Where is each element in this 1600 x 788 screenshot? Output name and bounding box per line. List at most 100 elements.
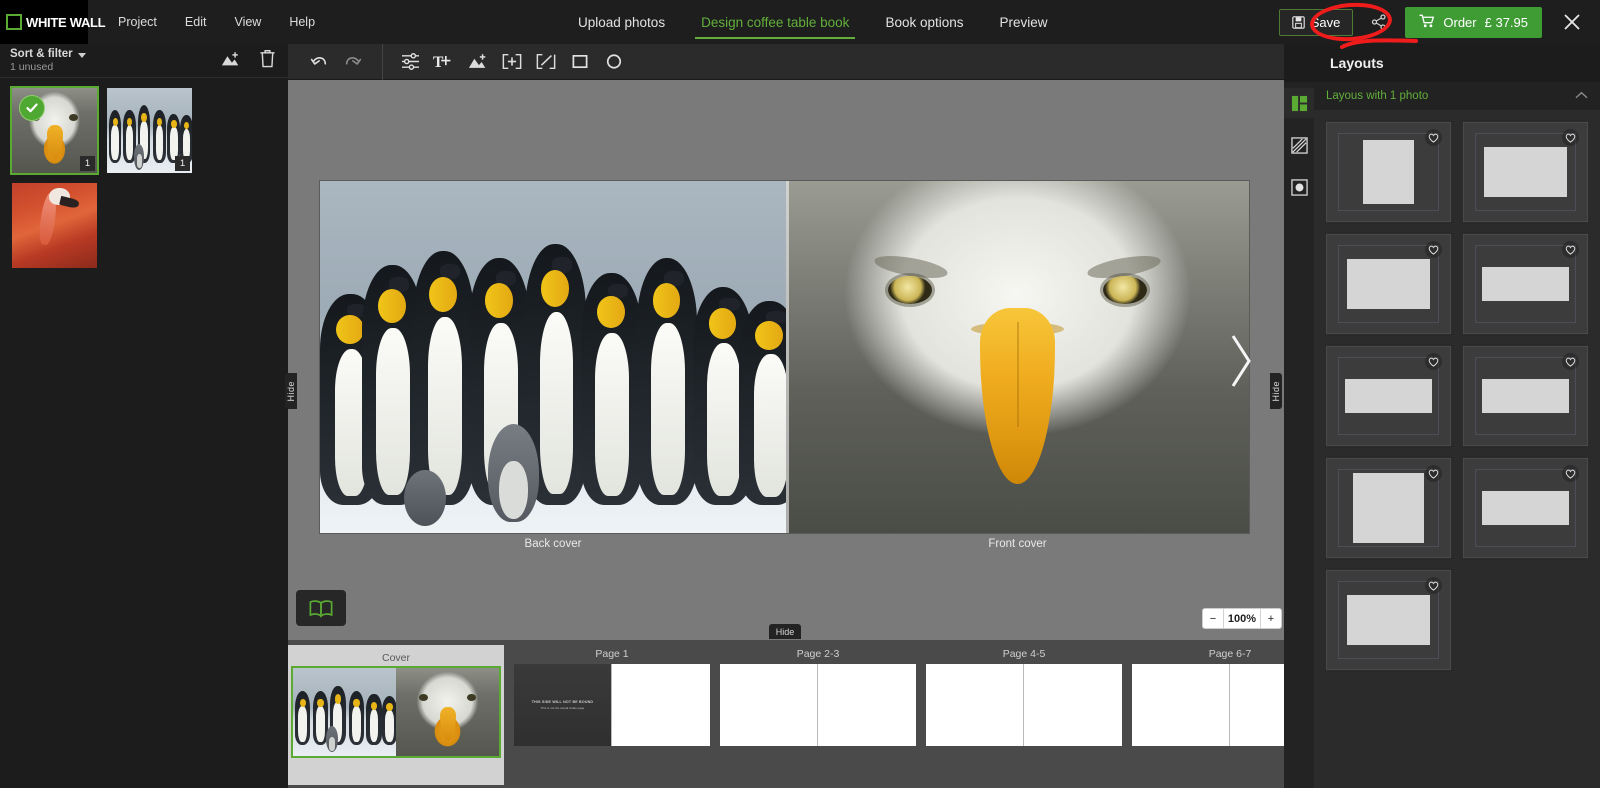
no-bind-line-2: This is not the actual inside page: [540, 706, 585, 710]
no-bind-line-1: THIS SIDE WILL NOT BE BOUND: [531, 700, 594, 704]
undo-button[interactable]: [302, 44, 336, 80]
layout-photo-slot: [1483, 146, 1567, 198]
header-actions: Save Order £ 37.95: [1278, 0, 1600, 44]
book-spread[interactable]: [320, 181, 1249, 533]
zoom-out-button[interactable]: −: [1203, 609, 1223, 628]
layouts-panel-body: Layous with 1 photo: [1314, 82, 1600, 788]
layout-card[interactable]: [1326, 346, 1451, 446]
edit-frame-button[interactable]: [529, 44, 563, 80]
layout-card[interactable]: [1326, 570, 1451, 670]
layout-card[interactable]: [1463, 122, 1588, 222]
rail-button-layouts[interactable]: [1284, 88, 1314, 118]
save-button-label: Save: [1310, 14, 1341, 30]
heart-icon[interactable]: [1425, 129, 1442, 146]
eagle-cover-photo: [786, 181, 1249, 533]
filmstrip-item-cover[interactable]: Cover: [288, 645, 504, 785]
filmstrip-label-page-1: Page 1: [595, 648, 629, 660]
layout-card[interactable]: [1326, 122, 1451, 222]
redo-button[interactable]: [336, 44, 370, 80]
filmstrip-page-blank: [1230, 664, 1284, 746]
add-placeholder-icon: [502, 53, 522, 70]
sort-filter-control[interactable]: Sort & filter 1 unused: [10, 48, 86, 73]
share-button[interactable]: [1363, 10, 1395, 34]
layout-card[interactable]: [1326, 458, 1451, 558]
menu-item-edit[interactable]: Edit: [171, 9, 221, 35]
zoom-control[interactable]: − 100% +: [1202, 608, 1282, 629]
tab-design-coffee-table-book[interactable]: Design coffee table book: [683, 0, 867, 44]
tab-book-options[interactable]: Book options: [867, 0, 981, 44]
hide-left-panel-button[interactable]: Hide: [285, 373, 297, 409]
filmstrip-item-page-4-5[interactable]: Page 4-5: [926, 645, 1122, 746]
delete-button[interactable]: [259, 49, 276, 73]
menu-item-help[interactable]: Help: [275, 9, 329, 35]
layouts-section-header[interactable]: Layous with 1 photo: [1314, 82, 1600, 110]
next-spread-button[interactable]: [1228, 330, 1254, 392]
add-image-button[interactable]: [221, 50, 241, 73]
front-cover-page[interactable]: [786, 181, 1249, 533]
hide-filmstrip-button[interactable]: Hide: [769, 624, 801, 639]
zoom-level-value: 100%: [1223, 609, 1261, 628]
close-icon: [1564, 14, 1580, 30]
chevron-right-icon: [1231, 335, 1251, 387]
heart-icon[interactable]: [1425, 241, 1442, 258]
filmstrip-page-blank: [612, 664, 710, 746]
order-price: £ 37.95: [1484, 14, 1528, 30]
ellipse-tool-button[interactable]: [597, 44, 631, 80]
zoom-in-button[interactable]: +: [1261, 609, 1281, 628]
redo-icon: [345, 56, 362, 65]
layout-photo-slot: [1352, 472, 1425, 544]
ellipse-icon: [606, 54, 622, 69]
rail-button-backgrounds[interactable]: [1284, 130, 1314, 160]
photo-thumbnail-eagle[interactable]: 1: [10, 86, 99, 175]
layout-card[interactable]: [1463, 234, 1588, 334]
heart-icon[interactable]: [1562, 465, 1579, 482]
add-placeholder-button[interactable]: [495, 44, 529, 80]
tab-upload-photos[interactable]: Upload photos: [560, 0, 683, 44]
layout-card[interactable]: [1463, 458, 1588, 558]
unused-count-label: 1 unused: [10, 61, 54, 74]
filmstrip-item-page-6-7[interactable]: Page 6-7: [1132, 645, 1284, 746]
back-cover-page[interactable]: [320, 181, 786, 533]
layout-photo-slot: [1346, 594, 1430, 646]
page-filmstrip[interactable]: Cover Page 1 THIS SIDE WILL NOT BE BOUND…: [288, 640, 1284, 788]
menu-item-project[interactable]: Project: [104, 9, 171, 35]
adjustments-button[interactable]: [393, 44, 427, 80]
layout-photo-slot: [1482, 491, 1569, 525]
editor-toolbar: T: [288, 43, 1284, 80]
menu-item-view[interactable]: View: [220, 9, 275, 35]
layout-card[interactable]: [1463, 346, 1588, 446]
layout-card[interactable]: [1326, 234, 1451, 334]
filmstrip-label-page-2-3: Page 2-3: [796, 648, 840, 660]
layouts-panel-title: Layouts: [1284, 44, 1600, 82]
add-image-button-toolbar[interactable]: [461, 44, 495, 80]
filmstrip-item-page-1[interactable]: Page 1 THIS SIDE WILL NOT BE BOUND This …: [514, 645, 710, 746]
photo-thumbnail-flamingo[interactable]: [12, 183, 97, 268]
book-spine: [786, 181, 789, 533]
canvas-area[interactable]: Back cover Front cover: [288, 80, 1284, 640]
add-image-icon: [221, 51, 239, 65]
heart-icon[interactable]: [1425, 353, 1442, 370]
heart-icon[interactable]: [1562, 241, 1579, 258]
chevron-down-icon: [77, 53, 86, 59]
book-view-button[interactable]: [296, 590, 346, 626]
tab-preview[interactable]: Preview: [982, 0, 1066, 44]
hide-right-panel-button[interactable]: Hide: [1270, 373, 1282, 409]
heart-icon[interactable]: [1425, 465, 1442, 482]
main-tabs: Upload photos Design coffee table book B…: [560, 0, 1066, 44]
order-button[interactable]: Order £ 37.95: [1405, 6, 1542, 38]
filmstrip-item-page-2-3[interactable]: Page 2-3: [720, 645, 916, 746]
hide-left-label: Hide: [286, 380, 296, 402]
save-button[interactable]: Save: [1278, 8, 1354, 36]
backgrounds-icon: [1290, 136, 1308, 154]
rail-button-masks[interactable]: [1284, 172, 1314, 202]
photo-thumbnail-penguins[interactable]: 1: [107, 88, 192, 173]
heart-icon[interactable]: [1425, 577, 1442, 594]
add-text-button[interactable]: T: [427, 44, 461, 80]
chevron-up-icon[interactable]: [1575, 90, 1588, 102]
heart-icon[interactable]: [1562, 129, 1579, 146]
usage-count-badge: 1: [175, 156, 190, 171]
close-button[interactable]: [1552, 8, 1592, 36]
rectangle-tool-button[interactable]: [563, 44, 597, 80]
brand-logo[interactable]: WHITE WALL: [0, 0, 106, 44]
heart-icon[interactable]: [1562, 353, 1579, 370]
